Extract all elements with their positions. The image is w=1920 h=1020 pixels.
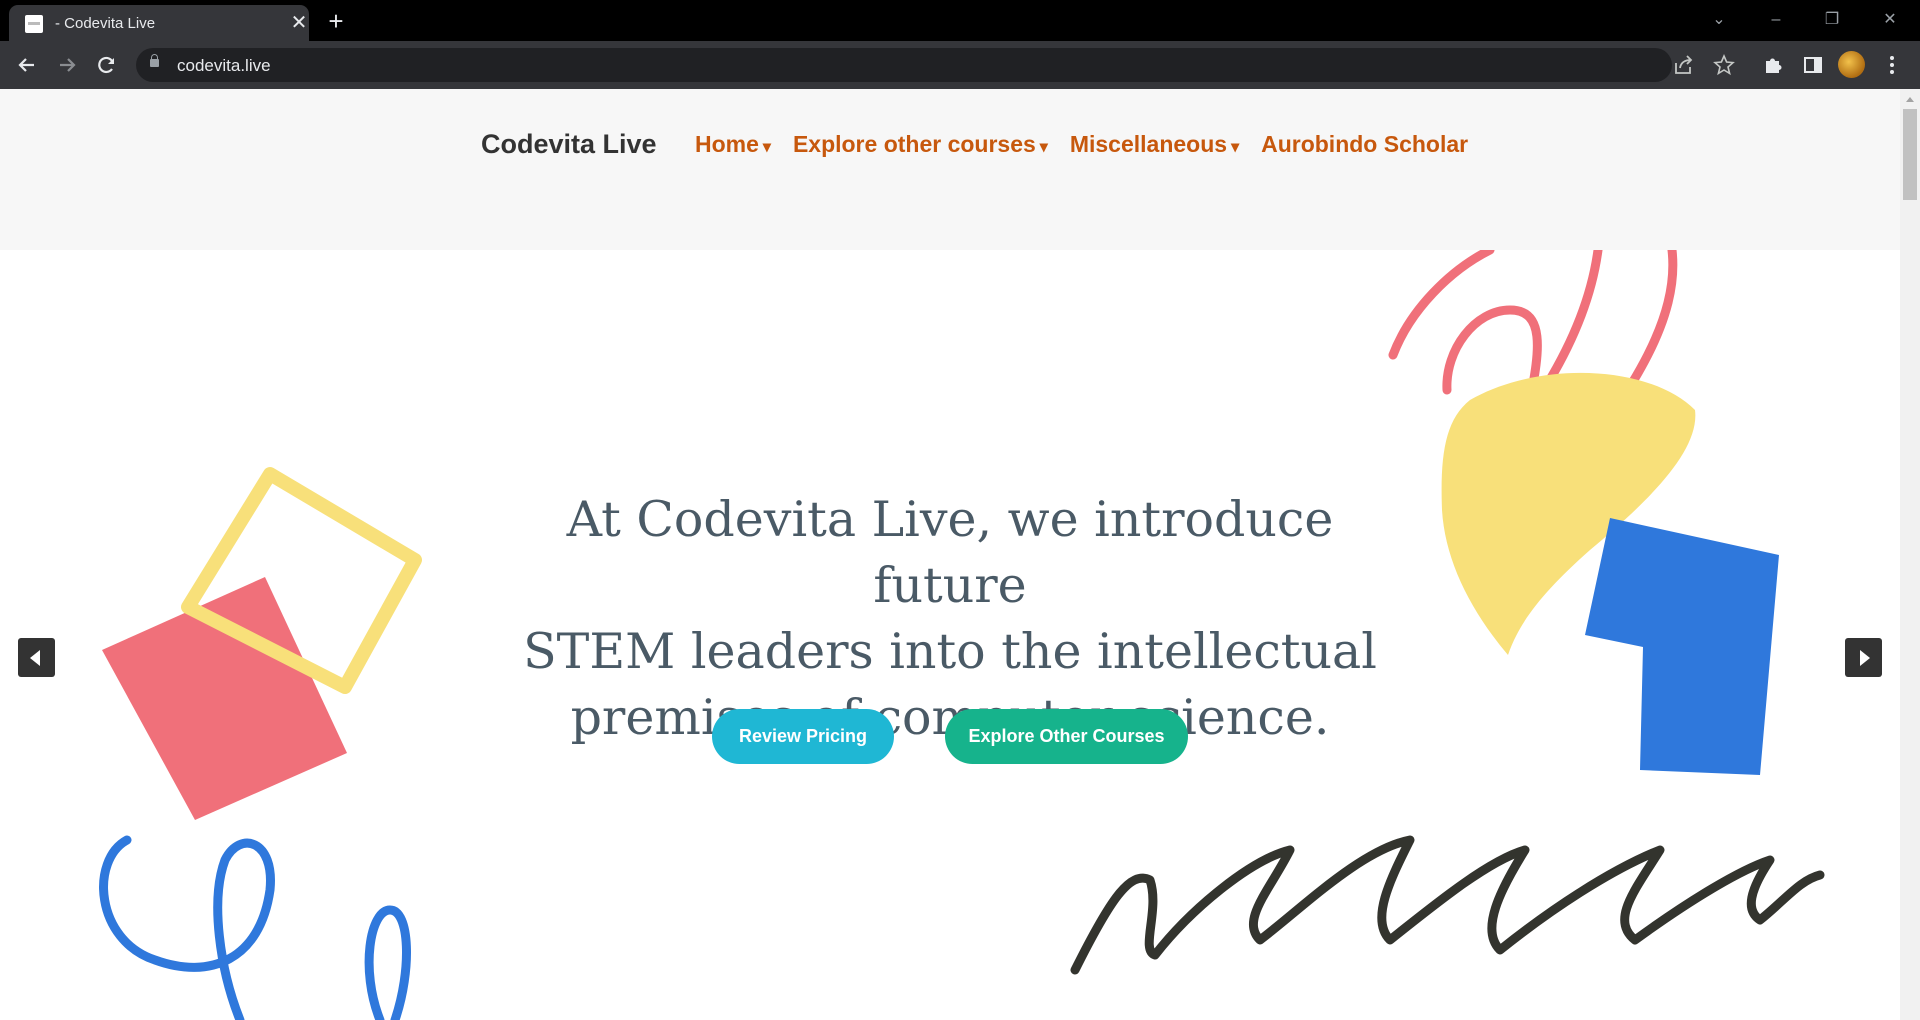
site-header: Codevita Live Home ▾ Explore other course… (0, 89, 1900, 250)
puzzle-icon[interactable] (1758, 50, 1788, 80)
web-page: Codevita Live Home ▾ Explore other course… (0, 89, 1900, 1020)
tab-close-icon[interactable]: ✕ (287, 11, 311, 35)
site-brand[interactable]: Codevita Live (481, 129, 657, 160)
share-icon[interactable] (1671, 53, 1697, 77)
reload-icon[interactable] (92, 50, 122, 80)
hero-headline-line: STEM leaders into the intellectual (523, 623, 1377, 680)
nav-item-aurobindo-scholar[interactable]: Aurobindo Scholar (1261, 131, 1468, 158)
tab-search-icon[interactable]: ⌄ (1699, 6, 1739, 34)
new-tab-button[interactable]: + (320, 6, 352, 36)
nav-item-label: Home (695, 131, 759, 157)
main-nav: Home ▾ Explore other courses ▾ Miscellaneo… (695, 131, 1468, 158)
red-square-shape (102, 577, 347, 820)
tab-title: - Codevita Live (55, 15, 156, 32)
site-favicon-icon (25, 15, 43, 33)
lock-icon[interactable] (150, 54, 159, 67)
restore-icon[interactable]: ❐ (1812, 6, 1852, 34)
nav-item-label: Miscellaneous (1069, 131, 1228, 157)
browser-tab-strip: - Codevita Live ✕ + ⌄ – ❐ ✕ (0, 0, 1920, 41)
review-pricing-button[interactable]: Review Pricing (712, 709, 894, 764)
star-icon[interactable] (1711, 53, 1737, 77)
caret-down-icon: ▾ (762, 139, 771, 156)
side-panel-icon[interactable] (1798, 50, 1828, 80)
url-text[interactable]: codevita.live (177, 56, 271, 76)
scroll-up-arrow-icon[interactable] (1906, 97, 1914, 102)
close-window-icon[interactable]: ✕ (1870, 6, 1910, 34)
caret-down-icon: ▾ (1231, 139, 1240, 156)
profile-avatar[interactable] (1838, 51, 1865, 78)
blue-loops-shape (99, 835, 411, 1020)
kebab-menu-icon[interactable] (1877, 50, 1907, 80)
blue-l-shape (1585, 518, 1779, 775)
minimize-icon[interactable]: – (1756, 6, 1796, 34)
scrollbar-thumb[interactable] (1903, 109, 1917, 200)
nav-item-label: Explore other courses (792, 131, 1036, 157)
hero-headline-line: At Codevita Live, we introduce future (566, 491, 1334, 614)
browser-tab[interactable]: - Codevita Live ✕ (9, 5, 309, 41)
hero-headline: At Codevita Live, we introduce future ST… (500, 487, 1400, 751)
slider-prev-arrow-icon[interactable] (18, 638, 55, 677)
slider-next-arrow-icon[interactable] (1845, 638, 1882, 677)
browser-toolbar: codevita.live (0, 41, 1920, 89)
nav-item-home[interactable]: Home ▾ (695, 131, 771, 158)
caret-down-icon: ▾ (1039, 139, 1048, 156)
back-arrow-icon[interactable] (12, 50, 42, 80)
nav-item-explore-courses[interactable]: Explore other courses ▾ (793, 131, 1048, 158)
nav-item-miscellaneous[interactable]: Miscellaneous ▾ (1070, 131, 1239, 158)
hero-slider: At Codevita Live, we introduce future ST… (0, 250, 1900, 1020)
dark-zigzag-shape (1070, 835, 1825, 975)
explore-other-courses-button[interactable]: Explore Other Courses (945, 709, 1188, 764)
nav-item-label: Aurobindo Scholar (1261, 131, 1469, 157)
address-bar[interactable]: codevita.live (136, 48, 1735, 82)
forward-arrow-icon[interactable] (52, 50, 82, 80)
page-scrollbar[interactable] (1900, 89, 1920, 1020)
